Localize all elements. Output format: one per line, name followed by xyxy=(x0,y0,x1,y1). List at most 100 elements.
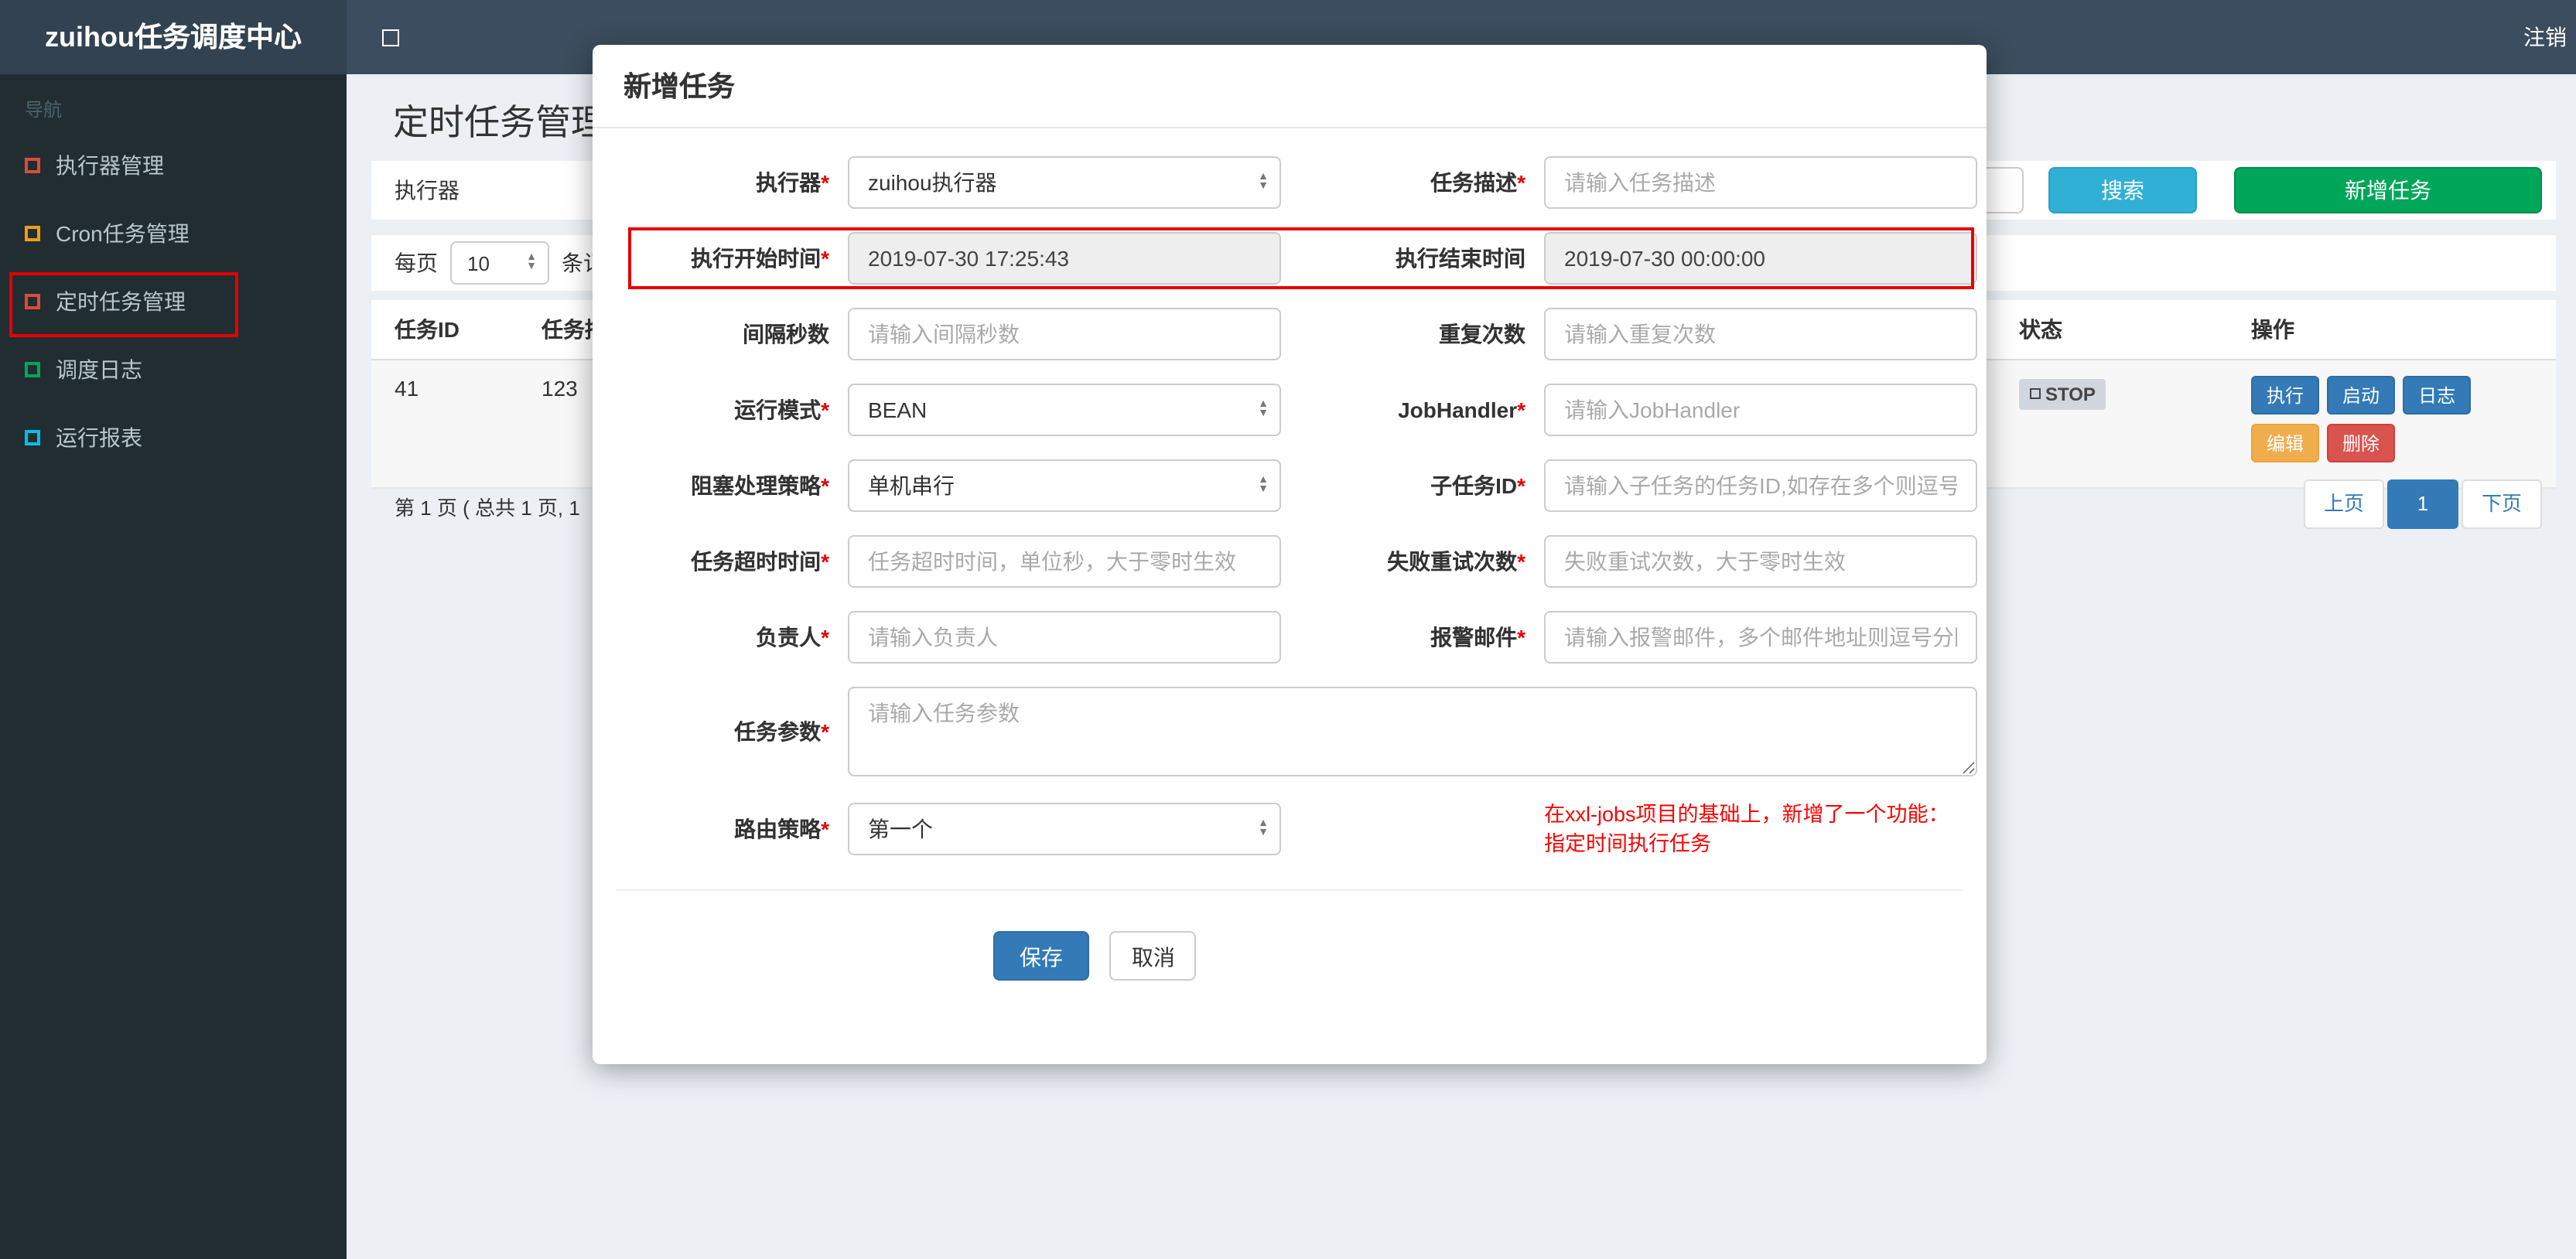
actions-row-1: 执行 启动 日志 xyxy=(2251,375,2556,414)
route-strategy-select[interactable]: 第一个 ▲ ▼ xyxy=(848,803,1281,855)
page-title: 定时任务管理 xyxy=(393,102,606,142)
sidebar-item-label: 运行报表 xyxy=(56,425,142,450)
scale-wrapper: zuihou任务调度中心 注销 导航 执行器管理 Cron任务管理 定时任务管理… xyxy=(0,0,2576,1259)
prev-page-button[interactable]: 上页 xyxy=(2303,479,2384,529)
timeout-input[interactable] xyxy=(848,535,1281,588)
square-icon xyxy=(25,430,40,445)
sidebar-item-scheduled-task-management[interactable]: 定时任务管理 xyxy=(0,268,347,336)
select-arrows-icon: ▲ ▼ xyxy=(1258,399,1269,419)
edit-button[interactable]: 编辑 xyxy=(2251,423,2320,462)
form-row-timeout: 任务超时时间* 失败重试次数* xyxy=(616,535,1987,588)
sidebar: 导航 执行器管理 Cron任务管理 定时任务管理 调度日志 运行报表 xyxy=(0,74,347,1259)
select-arrows-icon: ▲ ▼ xyxy=(526,252,537,272)
job-param-textarea[interactable] xyxy=(848,687,1977,776)
interval-label: 间隔秒数 xyxy=(743,322,829,346)
job-handler-label: JobHandler* xyxy=(1398,397,1525,422)
search-button[interactable]: 搜索 xyxy=(2048,167,2197,213)
owner-label: 负责人* xyxy=(756,625,829,650)
cell-actions: 执行 启动 日志 编辑 删除 xyxy=(2228,359,2556,488)
page-size-prefix: 每页 xyxy=(395,251,438,275)
form-row-interval: 间隔秒数 重复次数 xyxy=(616,308,1987,360)
actions-row-2: 编辑 删除 xyxy=(2251,423,2556,462)
sidebar-toggle-button[interactable] xyxy=(359,0,421,74)
modal-footer: 保存 取消 xyxy=(616,891,1987,981)
pager: 上页 1 下页 xyxy=(2303,479,2542,529)
sidebar-item-run-report[interactable]: 运行报表 xyxy=(0,404,347,472)
cell-task-id: 41 xyxy=(371,359,518,488)
stop-icon xyxy=(2030,388,2041,399)
form-row-route-strategy: 路由策略* 第一个 ▲ ▼ 在xxl-jobs项目的基础上，新增了一个功能： 指定… xyxy=(616,800,1987,858)
log-button[interactable]: 日志 xyxy=(2403,375,2472,414)
square-icon xyxy=(25,362,40,377)
child-job-label: 子任务ID* xyxy=(1430,473,1525,498)
end-time-label: 执行结束时间 xyxy=(1396,246,1525,271)
interval-input[interactable] xyxy=(848,308,1281,360)
app-window: zuihou任务调度中心 注销 导航 执行器管理 Cron任务管理 定时任务管理… xyxy=(0,0,2576,1259)
header-actions: 操作 xyxy=(2228,300,2556,360)
child-job-input[interactable] xyxy=(1544,459,1977,512)
sidebar-item-label: 调度日志 xyxy=(56,357,142,382)
cancel-button[interactable]: 取消 xyxy=(1109,931,1197,981)
alarm-email-label: 报警邮件* xyxy=(1430,625,1525,650)
glue-type-select[interactable]: BEAN ▲ ▼ xyxy=(848,384,1281,436)
brand-logo[interactable]: zuihou任务调度中心 xyxy=(0,0,347,74)
cell-status: STOP xyxy=(1996,359,2228,488)
select-arrows-icon: ▲ ▼ xyxy=(1258,172,1269,192)
header-status: 状态 xyxy=(1996,300,2228,360)
form-row-glue-type: 运行模式* BEAN ▲ ▼ JobHandler* xyxy=(616,384,1987,436)
start-time-input[interactable] xyxy=(848,232,1281,285)
form-row-executor: 执行器* zuihou执行器 ▲ ▼ 任务描述* xyxy=(616,156,1987,209)
select-arrows-icon: ▲ ▼ xyxy=(1258,818,1269,838)
sidebar-item-label: Cron任务管理 xyxy=(56,221,190,246)
add-task-modal: 新增任务 执行器* zuihou执行器 ▲ ▼ 任务描述* 请输入任务描述 执行… xyxy=(593,45,1987,1064)
select-arrows-icon: ▲ ▼ xyxy=(1258,475,1269,495)
executor-select[interactable]: zuihou执行器 ▲ ▼ xyxy=(848,156,1281,209)
status-badge: STOP xyxy=(2019,378,2106,409)
executor-filter-label: 执行器 xyxy=(395,178,460,203)
sidebar-item-dispatch-log[interactable]: 调度日志 xyxy=(0,336,347,404)
header-task-id: 任务ID xyxy=(371,300,518,360)
logout-link[interactable]: 注销 xyxy=(2502,0,2576,74)
end-time-input[interactable] xyxy=(1544,232,1977,285)
form-row-owner: 负责人* 报警邮件* xyxy=(616,611,1987,664)
modal-body: 执行器* zuihou执行器 ▲▼ 任务描述* 执行开始时间* xyxy=(593,128,1987,981)
sidebar-item-label: 执行器管理 xyxy=(56,153,164,178)
modal-title: 新增任务 xyxy=(624,71,735,102)
sidebar-item-cron-task-management[interactable]: Cron任务管理 xyxy=(0,200,347,268)
block-strategy-select[interactable]: 单机串行 ▲ ▼ xyxy=(848,459,1281,512)
alarm-email-input[interactable] xyxy=(1544,611,1977,664)
feature-note-line2: 指定时间执行任务 xyxy=(1544,832,1711,855)
run-button[interactable]: 执行 xyxy=(2251,375,2320,414)
repeat-count-label: 重复次数 xyxy=(1439,322,1525,346)
save-button[interactable]: 保存 xyxy=(993,931,1089,981)
sidebar-item-label: 定时任务管理 xyxy=(56,289,186,314)
modal-header: 新增任务 xyxy=(593,45,1987,128)
block-strategy-label: 阻塞处理策略* xyxy=(691,473,829,498)
repeat-count-input[interactable] xyxy=(1544,308,1977,360)
job-desc-label: 任务描述* xyxy=(1430,170,1525,195)
fail-retry-input[interactable] xyxy=(1544,535,1977,588)
next-page-button[interactable]: 下页 xyxy=(2461,479,2542,529)
start-button[interactable]: 启动 xyxy=(2327,375,2396,414)
square-icon xyxy=(25,294,40,309)
add-task-button[interactable]: 新增任务 xyxy=(2234,167,2542,213)
page-size-select[interactable]: 10 ▲ ▼ xyxy=(450,241,549,285)
delete-button[interactable]: 删除 xyxy=(2327,423,2396,462)
feature-note: 在xxl-jobs项目的基础上，新增了一个功能： 指定时间执行任务 xyxy=(1544,800,1987,858)
sidebar-toggle-icon xyxy=(381,29,398,46)
sidebar-section-label: 导航 xyxy=(25,99,63,121)
square-icon xyxy=(25,226,40,241)
owner-input[interactable] xyxy=(848,611,1281,664)
current-page-button[interactable]: 1 xyxy=(2386,479,2458,529)
job-param-label: 任务参数* xyxy=(734,719,829,744)
job-desc-input[interactable] xyxy=(1544,156,1977,209)
job-handler-input[interactable] xyxy=(1544,384,1977,436)
page-size-value: 10 xyxy=(467,251,490,275)
form-row-job-param: 任务参数* xyxy=(616,687,1987,776)
square-icon xyxy=(25,158,40,173)
start-time-label: 执行开始时间* xyxy=(691,246,829,271)
route-strategy-label: 路由策略* xyxy=(734,817,829,841)
form-row-block-strategy: 阻塞处理策略* 单机串行 ▲ ▼ 子任务ID* xyxy=(616,459,1987,512)
timeout-label: 任务超时时间* xyxy=(691,549,829,574)
sidebar-item-executor-management[interactable]: 执行器管理 xyxy=(0,131,347,200)
